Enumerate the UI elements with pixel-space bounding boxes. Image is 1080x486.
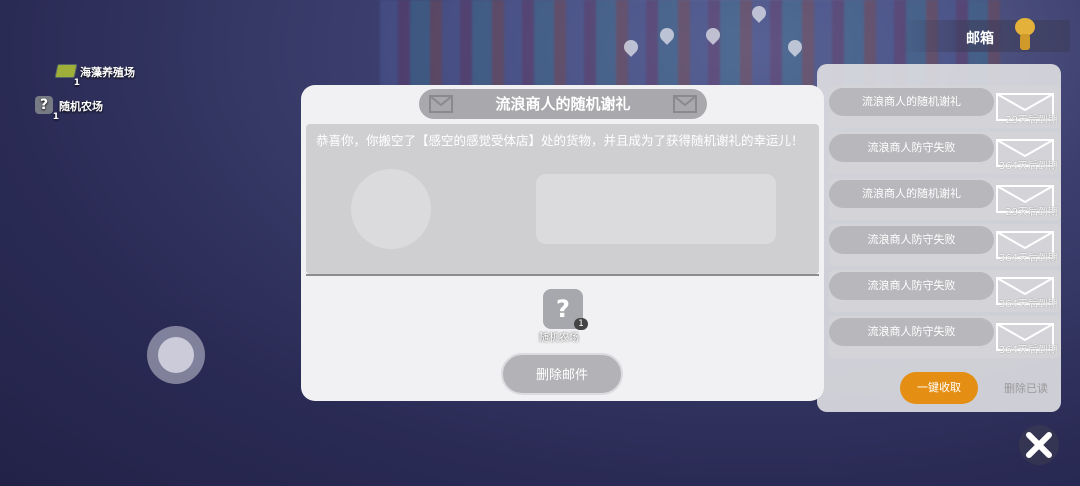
delete-read-button[interactable]: 删除已读	[1004, 380, 1048, 396]
mail-expire-text: 29天后到期	[1005, 207, 1058, 218]
message-text: 恭喜你，你搬空了【感空的感觉受体店】处的货物，并且成为了获得随机谢礼的幸运儿！	[316, 133, 804, 148]
watermark-art	[351, 169, 776, 249]
mailbox-title: 邮箱	[966, 31, 994, 47]
mail-item-title: 流浪商人防守失败	[829, 134, 994, 162]
mail-item-title: 流浪商人防守失败	[829, 226, 994, 254]
close-icon	[1026, 432, 1052, 458]
random-farm-icon: ? 1	[33, 96, 59, 122]
mail-expire-text: 364天后到期	[998, 345, 1058, 356]
mail-item-title: 流浪商人防守失败	[829, 272, 994, 300]
message-box: 恭喜你，你搬空了【感空的感觉受体店】处的货物，并且成为了获得随机谢礼的幸运儿！	[306, 124, 819, 274]
mail-item[interactable]: 流浪商人防守失败 364天后到期	[829, 316, 1061, 358]
mail-expire-text: 364天后到期	[998, 299, 1058, 310]
mail-list-panel: 流浪商人的随机谢礼 29天后到期 流浪商人防守失败 364天后到期 流浪商人的随…	[817, 64, 1061, 412]
close-button[interactable]	[1019, 425, 1059, 465]
mail-item[interactable]: 流浪商人防守失败 364天后到期	[829, 132, 1061, 174]
mail-expire-text: 29天后到期	[1005, 115, 1058, 126]
mail-item[interactable]: 流浪商人的随机谢礼 29天后到期	[829, 86, 1061, 128]
resource-label: 随机农场	[59, 100, 103, 113]
divider	[306, 274, 819, 276]
mail-item-title: 流浪商人防守失败	[829, 318, 994, 346]
resource-random-farm[interactable]: ? 1 随机农场	[33, 96, 103, 122]
resource-label: 海藻养殖场	[80, 66, 135, 79]
dialog-title: 流浪商人的随机谢礼	[495, 95, 631, 113]
mail-item-title: 流浪商人的随机谢礼	[829, 88, 994, 116]
seaweed-farm-icon: 1	[54, 62, 80, 88]
reward-label: 随机农场	[539, 333, 579, 344]
resource-seaweed-farm[interactable]: 1 海藻养殖场	[54, 62, 135, 88]
movement-joystick[interactable]	[147, 326, 205, 384]
mail-carrier-icon	[1012, 18, 1038, 52]
mail-item[interactable]: 流浪商人的随机谢礼 29天后到期	[829, 178, 1061, 220]
delete-mail-button[interactable]: 删除邮件	[501, 353, 623, 395]
mail-item[interactable]: 流浪商人防守失败 364天后到期	[829, 224, 1061, 266]
envelope-icon	[673, 95, 697, 113]
dialog-title-bar: 流浪商人的随机谢礼	[419, 89, 707, 119]
mail-expire-text: 364天后到期	[998, 161, 1058, 172]
mail-item[interactable]: 流浪商人防守失败 364天后到期	[829, 270, 1061, 312]
collect-all-button[interactable]: 一键收取	[900, 372, 978, 404]
joystick-knob[interactable]	[158, 337, 194, 373]
mail-expire-text: 364天后到期	[998, 253, 1058, 264]
mail-item-title: 流浪商人的随机谢礼	[829, 180, 994, 208]
mail-detail-dialog: 流浪商人的随机谢礼 恭喜你，你搬空了【感空的感觉受体店】处的货物，并且成为了获得…	[301, 85, 824, 401]
